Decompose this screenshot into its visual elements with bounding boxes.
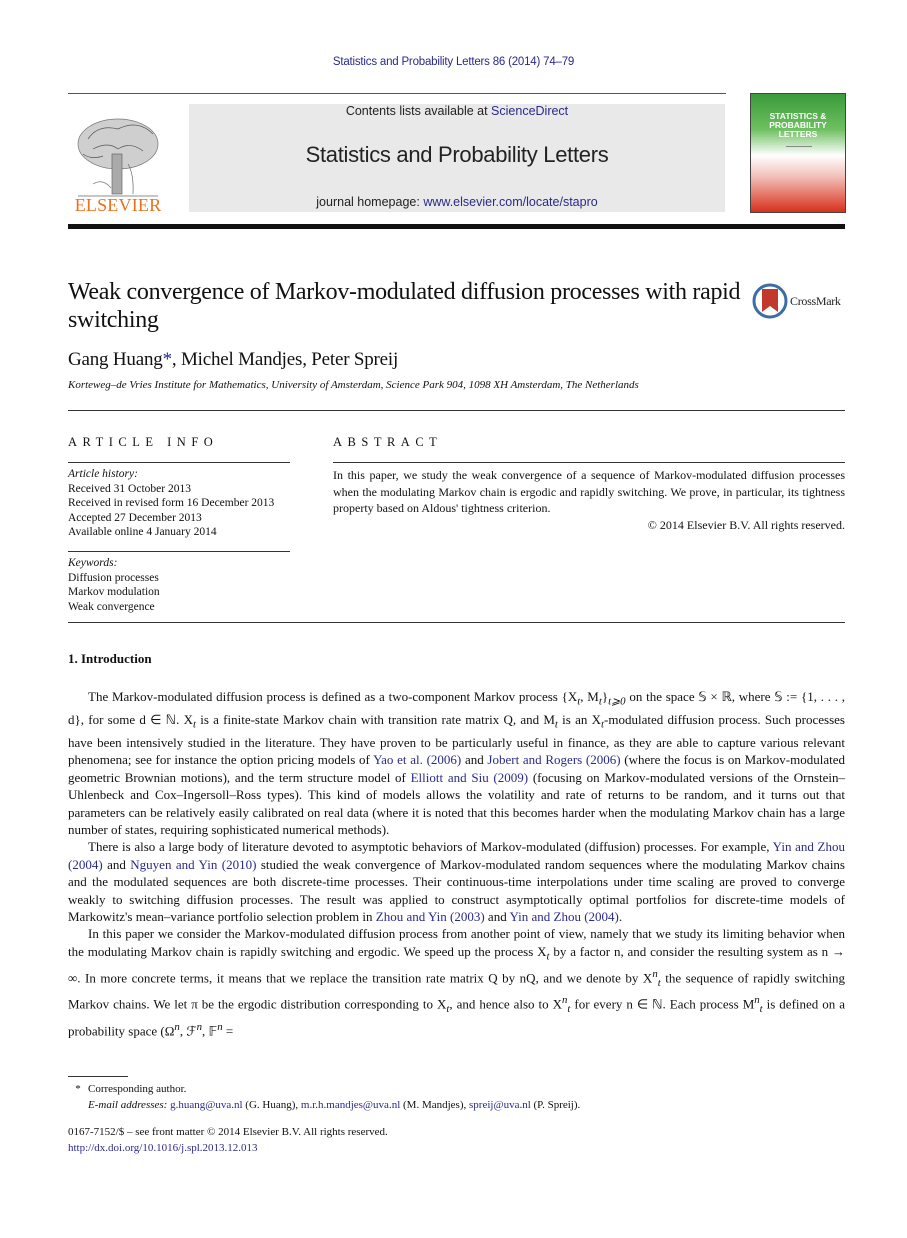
footnote-text: Corresponding author. (88, 1083, 187, 1095)
keyword: Diffusion processes (68, 571, 159, 584)
email-link[interactable]: spreij@uva.nl (469, 1099, 531, 1111)
text: for every n ∈ ℕ. Each process M (570, 996, 755, 1012)
email-link[interactable]: g.huang@uva.nl (170, 1099, 242, 1111)
cover-title-line: LETTERS (778, 129, 818, 139)
homepage-prefix: journal homepage: (316, 195, 424, 209)
citation-link[interactable]: Yin and Zhou (2004) (509, 909, 618, 924)
paragraph: There is also a large body of literature… (68, 838, 845, 925)
divider (68, 622, 845, 623)
author-name: Peter Spreij (311, 349, 399, 370)
history-item: Received in revised form 16 December 201… (68, 497, 275, 510)
history-item: Available online 4 January 2014 (68, 526, 217, 539)
text: , ℱ (179, 1022, 197, 1038)
text: , and hence also to X (449, 996, 562, 1012)
text: The Markov-modulated diffusion process i… (88, 689, 578, 704)
text: , 𝔽 (201, 1022, 218, 1038)
divider (68, 462, 290, 463)
paragraph: The Markov-modulated diffusion process i… (68, 688, 845, 838)
author-name: Michel Mandjes (180, 349, 303, 370)
contents-prefix: Contents lists available at (345, 104, 492, 118)
header-rule (68, 93, 726, 94)
text: . (618, 909, 623, 925)
text: = (222, 1022, 234, 1038)
citation-link[interactable]: Zhou and Yin (2003) (376, 909, 485, 924)
doi-link[interactable]: http://dx.doi.org/10.1016/j.spl.2013.12.… (68, 1142, 258, 1154)
text: and (102, 856, 131, 872)
cover-divider (786, 146, 812, 147)
front-matter-info: 0167-7152/$ – see front matter © 2014 El… (68, 1125, 388, 1156)
affiliation: Korteweg–de Vries Institute for Mathemat… (68, 379, 639, 391)
contents-line: Contents lists available at ScienceDirec… (189, 104, 725, 118)
divider (68, 551, 290, 552)
running-header[interactable]: Statistics and Probability Letters 86 (2… (0, 56, 907, 68)
text: is an X (557, 712, 602, 727)
journal-banner: Contents lists available at ScienceDirec… (189, 104, 725, 212)
footnote-rule (68, 1076, 128, 1077)
author-name: Gang Huang (68, 349, 163, 370)
article-history-label: Article history: (68, 468, 138, 480)
cover-top-strip (754, 97, 842, 102)
keywords: Keywords: Diffusion processes Markov mod… (68, 556, 160, 614)
article-history: Article history: Received 31 October 201… (68, 467, 274, 540)
text: and (461, 752, 488, 768)
text: There is also a large body of literature… (88, 839, 773, 855)
sciencedirect-link[interactable]: ScienceDirect (491, 104, 568, 118)
citation-link[interactable]: Elliott and Siu (2009) (411, 770, 528, 785)
text: and (484, 909, 510, 925)
keyword: Markov modulation (68, 586, 160, 599)
footnote-star: * (75, 1083, 81, 1095)
citation-link[interactable]: Nguyen and Yin (2010) (130, 857, 256, 872)
section-heading: 1. Introduction (68, 651, 152, 666)
email-owner: (M. Mandjes) (403, 1099, 464, 1111)
abstract-heading: ABSTRACT (333, 435, 443, 449)
cover-title: STATISTICS & PROBABILITY LETTERS (751, 112, 845, 139)
divider (333, 462, 845, 463)
divider (68, 410, 845, 411)
corresponding-author-mark[interactable]: * (163, 349, 173, 370)
citation-link[interactable]: Jobert and Rogers (2006) (487, 752, 620, 767)
homepage-line: journal homepage: www.elsevier.com/locat… (189, 195, 725, 209)
abstract-body: In this paper, we study the weak converg… (333, 467, 845, 533)
section-body: The Markov-modulated diffusion process i… (68, 688, 845, 1039)
crossmark-icon (752, 283, 788, 319)
crossmark-button[interactable]: CrossMark (752, 282, 846, 320)
paragraph: In this paper we consider the Markov-mod… (68, 925, 845, 1039)
keyword: Weak convergence (68, 600, 155, 613)
issn-line: 0167-7152/$ – see front matter © 2014 El… (68, 1126, 388, 1138)
text: is a finite-state Markov chain with tran… (195, 712, 555, 727)
citation-link[interactable]: Yao et al. (2006) (373, 752, 461, 767)
text: , M (580, 689, 599, 704)
header-thick-rule (68, 224, 845, 229)
journal-cover-thumbnail[interactable]: STATISTICS & PROBABILITY LETTERS (750, 93, 846, 213)
crossmark-label: CrossMark (790, 294, 841, 308)
email-label: E-mail addresses: (88, 1099, 168, 1111)
abstract-text: In this paper, we study the weak converg… (333, 468, 845, 515)
subscript: t⩾0 (608, 695, 626, 708)
homepage-link[interactable]: www.elsevier.com/locate/stapro (423, 195, 597, 209)
keywords-label: Keywords: (68, 557, 118, 569)
elsevier-wordmark[interactable]: ELSEVIER (68, 195, 168, 216)
journal-title: Statistics and Probability Letters (305, 142, 609, 167)
email-footnote: E-mail addresses: g.huang@uva.nl (G. Hua… (88, 1099, 581, 1111)
history-item: Received 31 October 2013 (68, 482, 191, 495)
history-item: Accepted 27 December 2013 (68, 511, 202, 524)
author-list: Gang Huang*, Michel Mandjes, Peter Sprei… (68, 349, 399, 370)
corresponding-footnote: * Corresponding author. (68, 1081, 580, 1097)
article-title: Weak convergence of Markov-modulated dif… (68, 279, 741, 333)
article-info-heading: ARTICLE INFO (68, 435, 219, 449)
email-link[interactable]: m.r.h.mandjes@uva.nl (301, 1099, 400, 1111)
abstract-copyright: © 2014 Elsevier B.V. All rights reserved… (647, 517, 845, 532)
email-owner: (P. Spreij). (533, 1099, 581, 1111)
footnote: * Corresponding author. E-mail addresses:… (68, 1081, 580, 1113)
email-owner: (G. Huang) (245, 1099, 296, 1111)
